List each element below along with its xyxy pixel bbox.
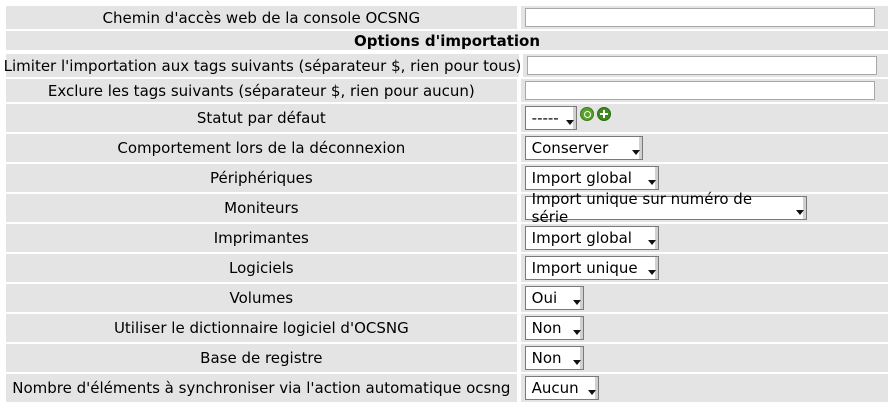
chevron-down-icon <box>631 150 640 155</box>
search-icon[interactable] <box>579 107 594 121</box>
limit-tags-label: Limiter l'importation aux tags suivants … <box>4 54 521 77</box>
web-path-input[interactable] <box>524 8 875 27</box>
exclude-tags-label: Exclure les tags suivants (séparateur $,… <box>6 79 517 102</box>
chevron-down-icon <box>647 270 656 275</box>
row-software: Logiciels Import unique <box>6 254 888 282</box>
chevron-down-icon <box>795 210 804 215</box>
row-printers: Imprimantes Import global <box>6 224 888 252</box>
printers-cell: Import global <box>520 224 888 252</box>
select-shade <box>594 377 598 399</box>
row-registry: Base de registre Non <box>6 344 888 372</box>
software-select[interactable]: Import unique <box>524 256 659 280</box>
peripherals-select[interactable]: Import global <box>524 166 659 190</box>
volumes-value: Oui <box>531 289 558 307</box>
monitors-label: Moniteurs <box>6 194 517 222</box>
default-status-value: ----- <box>531 109 559 127</box>
peripherals-label: Périphériques <box>6 164 517 192</box>
select-shade <box>579 287 583 309</box>
row-default-status: Statut par défaut ----- <box>6 104 888 132</box>
web-path-label: Chemin d'accès web de la console OCSNG <box>6 6 517 29</box>
default-status-select[interactable]: ----- <box>524 106 577 130</box>
select-shade <box>802 197 806 219</box>
volumes-label: Volumes <box>6 284 517 312</box>
volumes-select[interactable]: Oui <box>524 286 584 310</box>
registry-value: Non <box>531 349 562 367</box>
select-shade <box>579 317 583 339</box>
software-dictionary-select[interactable]: Non <box>524 316 584 340</box>
peripherals-value: Import global <box>531 169 632 187</box>
monitors-select[interactable]: Import unique sur numéro de série <box>524 190 807 226</box>
section-title: Options d'importation <box>6 31 888 50</box>
sync-count-value: Aucun <box>531 379 579 397</box>
monitors-cell: Import unique sur numéro de série <box>520 190 888 226</box>
registry-label: Base de registre <box>6 344 517 372</box>
select-shade <box>638 137 642 159</box>
disconnect-behavior-cell: Conserver <box>520 134 888 162</box>
printers-select[interactable]: Import global <box>524 226 659 250</box>
software-dictionary-label: Utiliser le dictionnaire logiciel d'OCSN… <box>6 314 517 342</box>
software-value: Import unique <box>531 259 638 277</box>
row-disconnect-behavior: Comportement lors de la déconnexion Cons… <box>6 134 888 162</box>
volumes-cell: Oui <box>520 284 888 312</box>
software-dictionary-cell: Non <box>520 314 888 342</box>
row-sync-count: Nombre d'éléments à synchroniser via l'a… <box>6 374 888 402</box>
add-icon[interactable] <box>596 107 611 121</box>
monitors-value: Import unique sur numéro de série <box>531 190 753 226</box>
row-limit-tags: Limiter l'importation aux tags suivants … <box>4 54 888 77</box>
sync-count-select[interactable]: Aucun <box>524 376 599 400</box>
chevron-down-icon <box>572 300 581 305</box>
default-status-cell: ----- <box>520 104 888 132</box>
chevron-down-icon <box>572 330 581 335</box>
software-dictionary-value: Non <box>531 319 562 337</box>
exclude-tags-cell <box>520 79 888 102</box>
limit-tags-cell <box>523 54 888 77</box>
select-shade <box>654 167 658 189</box>
chevron-down-icon <box>565 120 574 125</box>
peripherals-cell: Import global <box>520 164 888 192</box>
row-web-path: Chemin d'accès web de la console OCSNG <box>6 6 888 29</box>
chevron-down-icon <box>572 360 581 365</box>
select-shade <box>654 257 658 279</box>
disconnect-behavior-value: Conserver <box>531 139 609 157</box>
select-shade <box>579 347 583 369</box>
printers-value: Import global <box>531 229 632 247</box>
registry-select[interactable]: Non <box>524 346 584 370</box>
row-peripherals: Périphériques Import global <box>6 164 888 192</box>
registry-cell: Non <box>520 344 888 372</box>
limit-tags-input[interactable] <box>527 56 877 75</box>
chevron-down-icon <box>647 240 656 245</box>
disconnect-behavior-label: Comportement lors de la déconnexion <box>6 134 517 162</box>
row-exclude-tags: Exclure les tags suivants (séparateur $,… <box>6 79 888 102</box>
select-shade <box>654 227 658 249</box>
ocsng-config-form: Chemin d'accès web de la console OCSNG O… <box>4 6 888 402</box>
default-status-label: Statut par défaut <box>6 104 517 132</box>
sync-count-cell: Aucun <box>520 374 888 402</box>
chevron-down-icon <box>587 390 596 395</box>
sync-count-label: Nombre d'éléments à synchroniser via l'a… <box>6 374 517 402</box>
select-shade <box>572 107 576 129</box>
printers-label: Imprimantes <box>6 224 517 252</box>
software-label: Logiciels <box>6 254 517 282</box>
exclude-tags-input[interactable] <box>524 81 875 100</box>
disconnect-behavior-select[interactable]: Conserver <box>524 136 643 160</box>
chevron-down-icon <box>647 180 656 185</box>
software-cell: Import unique <box>520 254 888 282</box>
web-path-cell <box>520 6 888 29</box>
row-volumes: Volumes Oui <box>6 284 888 312</box>
row-monitors: Moniteurs Import unique sur numéro de sé… <box>6 190 888 226</box>
row-software-dictionary: Utiliser le dictionnaire logiciel d'OCSN… <box>6 314 888 342</box>
